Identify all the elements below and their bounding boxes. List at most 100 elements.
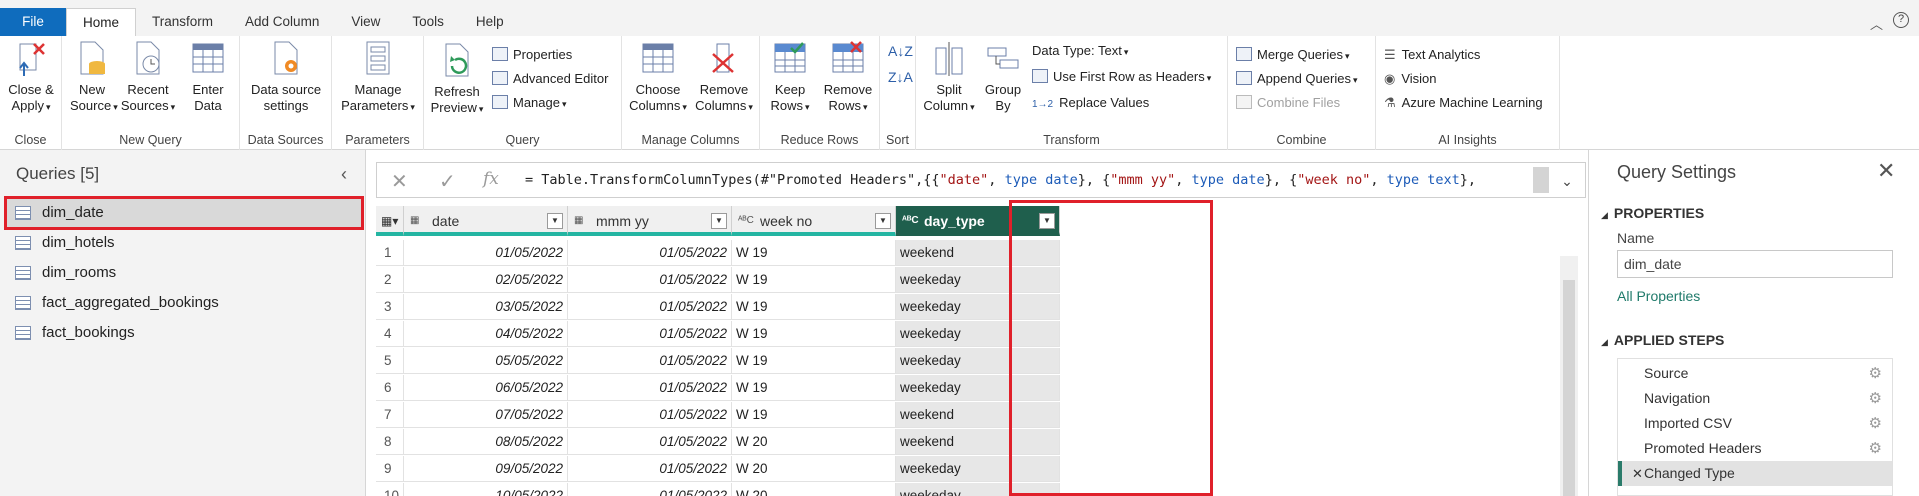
table-row[interactable]: 5 05/05/2022 01/05/2022 W 19 weekeday (376, 348, 1060, 374)
table-cell[interactable]: 01/05/2022 (568, 294, 732, 320)
query-item-dim-hotels[interactable]: dim_hotels (6, 228, 362, 258)
query-item-fact-bookings[interactable]: fact_bookings (6, 318, 362, 348)
type-icon[interactable]: ▦ (410, 206, 419, 236)
table-cell[interactable]: 01/05/2022 (568, 429, 732, 455)
table-cell[interactable]: weekeday (896, 483, 1060, 496)
formula-scrollbar[interactable] (1533, 167, 1549, 193)
table-row[interactable]: 4 04/05/2022 01/05/2022 W 19 weekeday (376, 321, 1060, 347)
table-cell[interactable]: weekeday (896, 348, 1060, 374)
table-cell[interactable]: 06/05/2022 (404, 375, 568, 401)
table-cell[interactable]: 01/05/2022 (568, 267, 732, 293)
scrollbar-thumb[interactable] (1563, 280, 1575, 496)
table-row[interactable]: 3 03/05/2022 01/05/2022 W 19 weekeday (376, 294, 1060, 320)
table-menu-icon[interactable]: ▦▾ (376, 206, 404, 236)
remove-columns-button[interactable]: Remove Columns ▾ (692, 40, 756, 115)
step-navigation[interactable]: Navigation ⚙ (1618, 386, 1892, 411)
table-cell[interactable]: 03/05/2022 (404, 294, 568, 320)
table-cell[interactable]: W 20 (732, 483, 896, 496)
table-cell[interactable]: W 19 (732, 348, 896, 374)
sort-ascending-icon[interactable]: A↓Z (888, 40, 913, 62)
combine-files-button[interactable]: Combine Files (1236, 92, 1340, 114)
fx-icon[interactable]: fx (483, 169, 499, 189)
table-cell[interactable]: W 20 (732, 429, 896, 455)
table-row[interactable]: 8 08/05/2022 01/05/2022 W 20 weekend (376, 429, 1060, 455)
query-item-fact-aggregated-bookings[interactable]: fact_aggregated_bookings (6, 288, 362, 318)
group-by-button[interactable]: Group By (978, 40, 1028, 114)
tab-tools[interactable]: Tools (396, 8, 460, 36)
manage-button[interactable]: Manage ▾ (492, 92, 567, 114)
text-analytics-button[interactable]: ☰ Text Analytics (1384, 44, 1480, 66)
table-cell[interactable]: weekeday (896, 294, 1060, 320)
table-cell[interactable]: 10/05/2022 (404, 483, 568, 496)
gear-icon[interactable]: ⚙ (1869, 361, 1882, 386)
table-cell[interactable]: 09/05/2022 (404, 456, 568, 482)
table-row[interactable]: 2 02/05/2022 01/05/2022 W 19 weekeday (376, 267, 1060, 293)
remove-rows-button[interactable]: Remove Rows ▾ (820, 40, 876, 115)
azure-ml-button[interactable]: ⚗ Azure Machine Learning (1384, 92, 1543, 114)
table-cell[interactable]: W 20 (732, 456, 896, 482)
table-cell[interactable]: weekend (896, 402, 1060, 428)
table-cell[interactable]: 01/05/2022 (568, 375, 732, 401)
type-icon[interactable]: ᴬᴮC (902, 206, 919, 236)
filter-dropdown-icon[interactable]: ▼ (1039, 213, 1055, 229)
close-apply-button[interactable]: Close & Apply ▾ (4, 40, 58, 115)
query-item-dim-date[interactable]: dim_date (4, 196, 364, 230)
table-cell[interactable]: 01/05/2022 (404, 240, 568, 266)
gear-icon[interactable]: ⚙ (1869, 386, 1882, 411)
table-cell[interactable]: 01/05/2022 (568, 483, 732, 496)
manage-parameters-button[interactable]: Manage Parameters ▾ (336, 40, 420, 115)
type-icon[interactable]: ᴬᴮC (738, 206, 754, 236)
table-cell[interactable]: 05/05/2022 (404, 348, 568, 374)
type-icon[interactable]: ▦ (574, 206, 583, 236)
tab-help[interactable]: Help (460, 8, 520, 36)
all-properties-link[interactable]: All Properties (1617, 288, 1700, 304)
refresh-preview-button[interactable]: Refresh Preview ▾ (428, 42, 486, 117)
step-imported-csv[interactable]: Imported CSV ⚙ (1618, 411, 1892, 436)
close-icon[interactable]: ✕ (1877, 158, 1895, 184)
keep-rows-button[interactable]: Keep Rows ▾ (764, 40, 816, 115)
tab-view[interactable]: View (335, 8, 396, 36)
split-column-button[interactable]: Split Column ▾ (922, 40, 976, 115)
table-cell[interactable]: 01/05/2022 (568, 321, 732, 347)
table-cell[interactable]: W 19 (732, 240, 896, 266)
column-header-date[interactable]: ▦ date ▼ (404, 206, 568, 236)
merge-queries-button[interactable]: Merge Queries ▾ (1236, 44, 1350, 66)
query-item-dim-rooms[interactable]: dim_rooms (6, 258, 362, 288)
table-cell[interactable]: 01/05/2022 (568, 456, 732, 482)
table-cell[interactable]: weekeday (896, 375, 1060, 401)
tab-file[interactable]: File (0, 8, 66, 36)
filter-dropdown-icon[interactable]: ▼ (711, 213, 727, 229)
table-cell[interactable]: weekend (896, 429, 1060, 455)
expand-formula-icon[interactable]: ⌄ (1553, 169, 1581, 193)
table-cell[interactable]: 04/05/2022 (404, 321, 568, 347)
table-cell[interactable]: weekeday (896, 321, 1060, 347)
data-source-settings-button[interactable]: Data source settings (244, 40, 328, 114)
table-cell[interactable]: 02/05/2022 (404, 267, 568, 293)
table-cell[interactable]: W 19 (732, 375, 896, 401)
table-row[interactable]: 7 07/05/2022 01/05/2022 W 19 weekend (376, 402, 1060, 428)
vertical-scrollbar[interactable] (1560, 256, 1578, 496)
table-cell[interactable]: weekeday (896, 267, 1060, 293)
column-header-mmm-yy[interactable]: ▦ mmm yy ▼ (568, 206, 732, 236)
step-promoted-headers[interactable]: Promoted Headers ⚙ (1618, 436, 1892, 461)
step-changed-type[interactable]: ✕ Changed Type (1618, 461, 1892, 486)
table-cell[interactable]: 08/05/2022 (404, 429, 568, 455)
filter-dropdown-icon[interactable]: ▼ (875, 213, 891, 229)
table-cell[interactable]: 07/05/2022 (404, 402, 568, 428)
column-header-week-no[interactable]: ᴬᴮC week no ▼ (732, 206, 896, 236)
properties-button[interactable]: Properties (492, 44, 572, 66)
vision-button[interactable]: ◉ Vision (1384, 68, 1437, 90)
confirm-icon[interactable]: ✓ (439, 169, 456, 194)
collapse-ribbon-icon[interactable]: ︿ (1870, 14, 1883, 33)
query-name-input[interactable] (1617, 250, 1893, 278)
tab-home[interactable]: Home (66, 8, 137, 36)
table-cell[interactable]: weekend (896, 240, 1060, 266)
properties-header[interactable]: ◢ PROPERTIES (1601, 205, 1704, 221)
column-header-day-type[interactable]: ᴬᴮC day_type ▼ (896, 206, 1060, 236)
formula-text[interactable]: = Table.TransformColumnTypes(#"Promoted … (525, 172, 1476, 188)
cancel-icon[interactable]: ✕ (391, 169, 408, 194)
append-queries-button[interactable]: Append Queries ▾ (1236, 68, 1357, 90)
table-cell[interactable]: 01/05/2022 (568, 402, 732, 428)
delete-step-icon[interactable]: ✕ (1632, 461, 1643, 486)
table-cell[interactable]: W 19 (732, 321, 896, 347)
